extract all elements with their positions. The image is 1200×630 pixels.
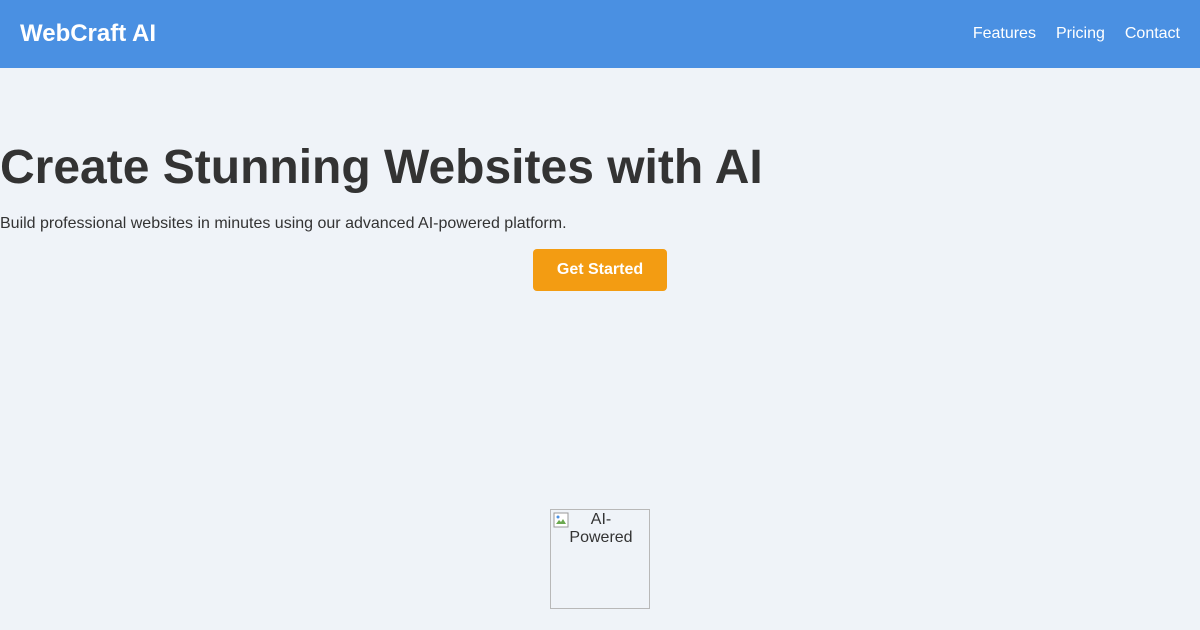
nav-links: Features Pricing Contact — [973, 25, 1180, 43]
hero-title: Create Stunning Websites with AI — [0, 141, 763, 194]
broken-image-icon — [553, 512, 569, 528]
nav-link-features[interactable]: Features — [973, 25, 1036, 43]
navbar: WebCraft AI Features Pricing Contact — [0, 0, 1200, 68]
nav-link-pricing[interactable]: Pricing — [1056, 25, 1105, 43]
brand-logo[interactable]: WebCraft AI — [20, 20, 156, 48]
get-started-button[interactable]: Get Started — [533, 249, 667, 291]
feature-image: AI-Powered — [550, 509, 650, 609]
hero-subtitle: Build professional websites in minutes u… — [0, 215, 567, 232]
nav-link-contact[interactable]: Contact — [1125, 25, 1180, 43]
